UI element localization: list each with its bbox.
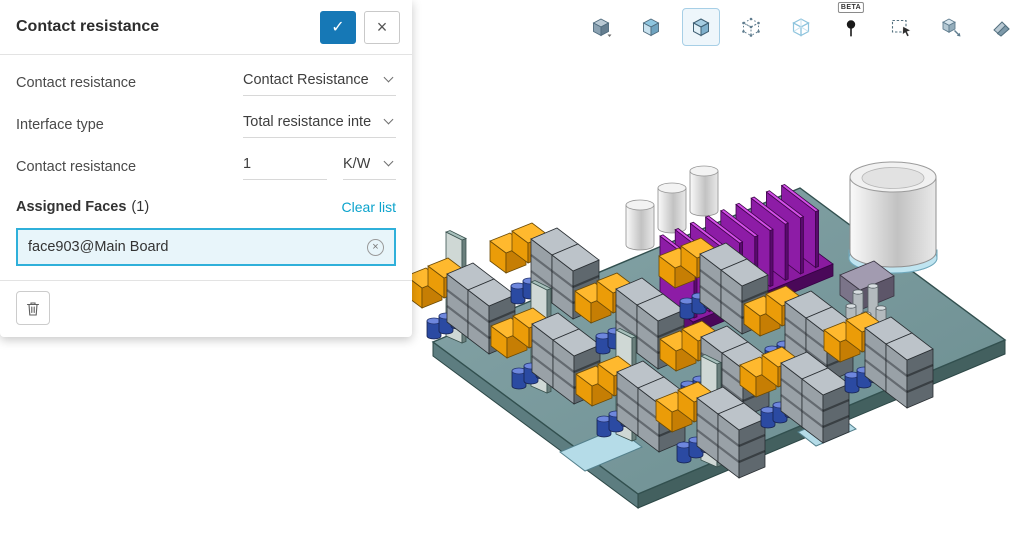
view-cube-icon	[590, 16, 612, 38]
viewport-toolbar: BETA	[582, 8, 1020, 46]
transform-part-button[interactable]	[932, 8, 970, 46]
unit-dropdown[interactable]: K/W	[343, 154, 396, 180]
contact-resistance-value-label: Contact resistance	[16, 159, 243, 175]
panel-footer	[0, 280, 412, 335]
contact-resistance-type-dropdown[interactable]: Contact Resistance	[243, 70, 396, 96]
beta-badge: BETA	[838, 2, 864, 13]
check-icon: ✓	[331, 17, 344, 37]
assigned-face-chip[interactable]: face903@Main Board ×	[16, 228, 396, 266]
dropdown-value: Contact Resistance	[243, 72, 369, 88]
probe-point-icon	[840, 16, 862, 38]
clear-list-link[interactable]: Clear list	[342, 199, 396, 215]
probe-point-button[interactable]: BETA	[832, 8, 870, 46]
fit-view-icon	[640, 16, 662, 38]
eraser-icon	[990, 16, 1012, 38]
vertex-select-icon	[740, 16, 762, 38]
assigned-faces-row: Assigned Faces (1) Clear list	[0, 188, 412, 226]
contact-resistance-panel: Contact resistance ✓ × Contact resistanc…	[0, 0, 412, 337]
transform-part-icon	[940, 16, 962, 38]
vertex-select-button[interactable]	[732, 8, 770, 46]
chevron-down-icon	[384, 157, 394, 167]
app-window: BETA	[0, 0, 1024, 553]
box-select-button[interactable]	[882, 8, 920, 46]
transparent-view-icon	[790, 16, 812, 38]
remove-face-button[interactable]: ×	[367, 239, 384, 256]
chevron-down-icon	[384, 73, 394, 83]
assigned-faces-label: Assigned Faces	[16, 199, 126, 215]
interface-type-dropdown[interactable]: Total resistance inte	[243, 112, 396, 138]
close-icon: ×	[377, 17, 388, 38]
panel-form: Contact resistance Contact Resistance In…	[0, 55, 412, 188]
confirm-button[interactable]: ✓	[320, 11, 356, 44]
view-cube-menu-button[interactable]	[582, 8, 620, 46]
assigned-faces-count: (1)	[131, 199, 149, 215]
close-button[interactable]: ×	[364, 11, 400, 44]
panel-title: Contact resistance	[16, 18, 320, 36]
dropdown-value: Total resistance inte	[243, 114, 371, 130]
assigned-face-name: face903@Main Board	[28, 239, 168, 255]
delete-button[interactable]	[16, 291, 50, 325]
eraser-button[interactable]	[982, 8, 1020, 46]
trash-icon	[25, 300, 41, 317]
contact-resistance-value-input[interactable]	[243, 156, 325, 172]
unit-value: K/W	[343, 156, 370, 172]
panel-header: Contact resistance ✓ ×	[0, 0, 412, 55]
chevron-down-icon	[384, 115, 394, 125]
fit-view-button[interactable]	[632, 8, 670, 46]
box-select-icon	[890, 16, 912, 38]
isometric-view-button[interactable]	[682, 8, 720, 46]
isometric-view-icon	[690, 16, 712, 38]
contact-resistance-type-label: Contact resistance	[16, 75, 243, 91]
form-row: Interface type Total resistance inte	[16, 104, 396, 146]
transparent-view-button[interactable]	[782, 8, 820, 46]
value-field-wrap	[243, 154, 327, 180]
form-row: Contact resistance Contact Resistance	[16, 62, 396, 104]
remove-icon: ×	[372, 241, 378, 253]
large-cylinder-component[interactable]	[849, 162, 937, 273]
form-row: Contact resistance K/W	[16, 146, 396, 188]
interface-type-label: Interface type	[16, 117, 243, 133]
